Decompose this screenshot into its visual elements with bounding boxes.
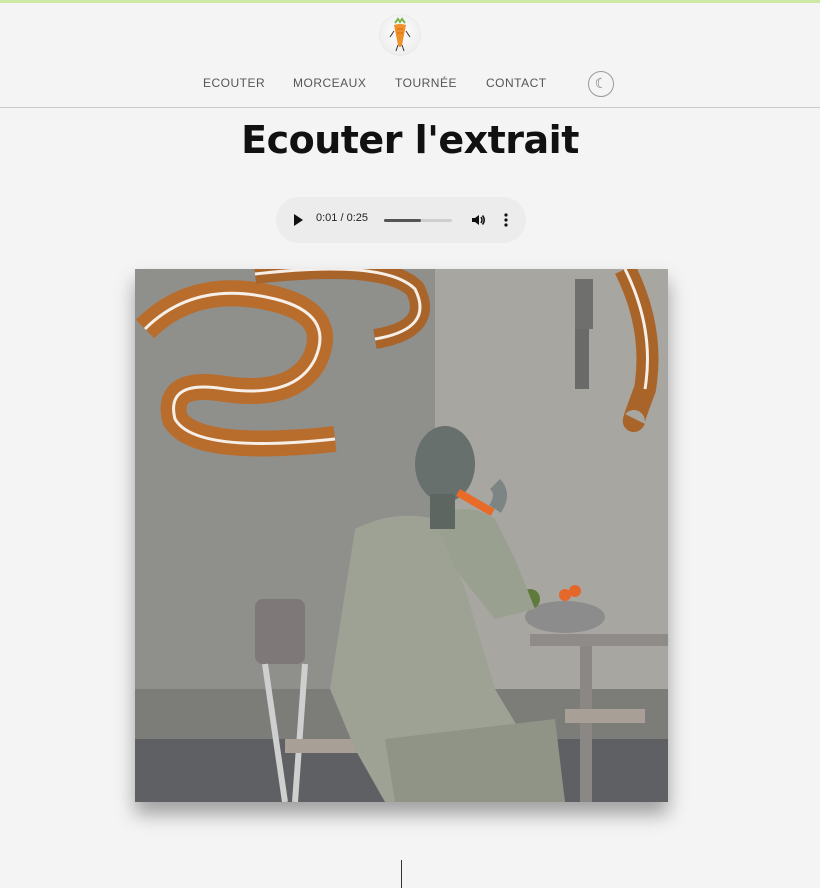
- theme-toggle-button[interactable]: ☾: [588, 71, 614, 97]
- nav-item-tournee[interactable]: TOURNÉE: [395, 76, 457, 90]
- carrot-logo[interactable]: [380, 15, 420, 55]
- photo-illustration: [135, 269, 668, 802]
- volume-icon[interactable]: [470, 212, 486, 228]
- scroll-indicator-line: [401, 860, 402, 888]
- nav-item-ecouter[interactable]: ECOUTER: [203, 76, 265, 90]
- moon-icon: ☾: [594, 76, 608, 92]
- nav-divider: [0, 107, 820, 108]
- play-icon[interactable]: [294, 214, 303, 226]
- top-accent-bar: [0, 0, 820, 3]
- audio-player[interactable]: 0:01 / 0:25: [276, 197, 526, 243]
- audio-progress-fill: [384, 219, 422, 222]
- more-vertical-icon[interactable]: [502, 212, 510, 228]
- page-title: Ecouter l'extrait: [241, 118, 579, 162]
- carrot-logo-icon: [389, 17, 411, 52]
- nav-item-morceaux[interactable]: MORCEAUX: [293, 76, 366, 90]
- main-nav: ECOUTER MORCEAUX TOURNÉE CONTACT: [0, 70, 820, 100]
- album-photo: [135, 269, 668, 802]
- nav-item-contact[interactable]: CONTACT: [486, 76, 547, 90]
- audio-time: 0:01 / 0:25: [316, 212, 368, 224]
- audio-progress-track[interactable]: [384, 219, 452, 222]
